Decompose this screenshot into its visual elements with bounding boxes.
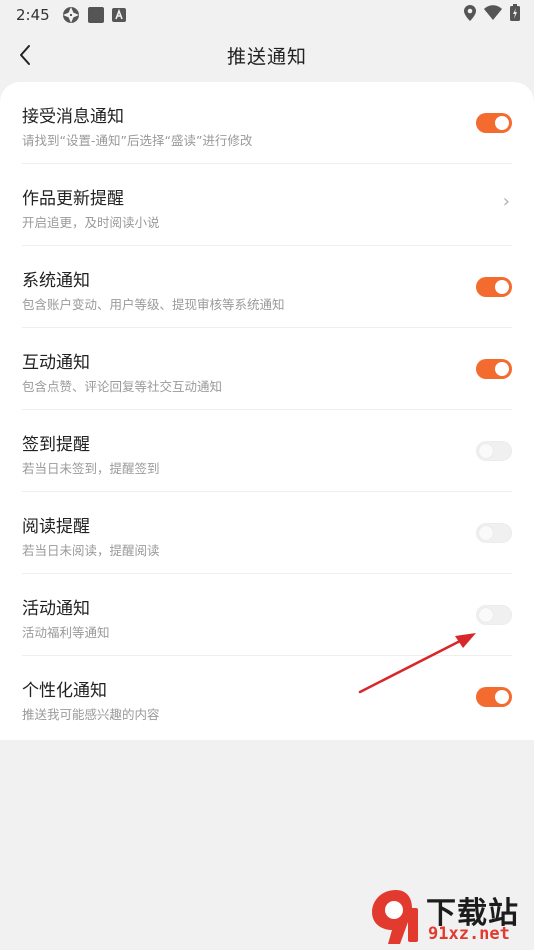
nav-bar: 推送通知 <box>0 30 534 80</box>
setting-row-reading-reminder: 阅读提醒 若当日未阅读，提醒阅读 <box>22 492 512 574</box>
watermark-logo: 下载站 91xz.net <box>368 886 528 946</box>
setting-row-message-notification: 接受消息通知 请找到“设置-通知”后选择“盛读”进行修改 <box>22 82 512 164</box>
system-notification-toggle[interactable] <box>476 277 512 297</box>
location-icon <box>464 4 476 21</box>
toggle-knob <box>479 608 493 622</box>
checkin-reminder-toggle[interactable] <box>476 441 512 461</box>
wifi-icon <box>484 5 502 20</box>
setting-subtitle: 若当日未阅读，提醒阅读 <box>22 543 160 558</box>
status-left-icons <box>62 6 126 24</box>
toggle-knob <box>495 690 509 704</box>
toggle-knob <box>495 116 509 130</box>
settings-list: 接受消息通知 请找到“设置-通知”后选择“盛读”进行修改 作品更新提醒 开启追更… <box>0 82 534 740</box>
chevron-right-icon: › <box>502 191 510 212</box>
square-icon <box>87 7 104 23</box>
setting-title: 作品更新提醒 <box>22 189 124 209</box>
setting-row-system-notification: 系统通知 包含账户变动、用户等级、提现审核等系统通知 <box>22 246 512 328</box>
activity-notification-toggle[interactable] <box>476 605 512 625</box>
setting-title: 接受消息通知 <box>22 107 124 127</box>
setting-subtitle: 推送我可能感兴趣的内容 <box>22 707 160 722</box>
personalized-notification-toggle[interactable] <box>476 687 512 707</box>
toggle-knob <box>479 444 493 458</box>
a-box-icon <box>111 8 126 22</box>
page-title: 推送通知 <box>226 46 307 68</box>
setting-subtitle: 包含点赞、评论回复等社交互动通知 <box>22 379 223 394</box>
setting-row-checkin-reminder: 签到提醒 若当日未签到，提醒签到 <box>22 410 512 492</box>
setting-title: 个性化通知 <box>22 681 107 701</box>
reading-reminder-toggle[interactable] <box>476 523 512 543</box>
status-time: 2:45 <box>16 6 50 24</box>
setting-subtitle: 包含账户变动、用户等级、提现审核等系统通知 <box>22 297 285 312</box>
setting-subtitle: 请找到“设置-通知”后选择“盛读”进行修改 <box>22 133 253 148</box>
watermark-emblem-icon <box>372 890 418 944</box>
toggle-knob <box>495 362 509 376</box>
status-bar: 2:45 <box>0 0 534 30</box>
toggle-knob <box>495 280 509 294</box>
shutter-icon <box>62 7 79 23</box>
setting-subtitle: 开启追更，及时阅读小说 <box>22 215 160 230</box>
setting-title: 签到提醒 <box>22 435 90 455</box>
setting-title: 系统通知 <box>22 271 90 291</box>
setting-title: 活动通知 <box>22 599 90 619</box>
battery-icon <box>510 4 520 21</box>
message-notification-toggle[interactable] <box>476 113 512 133</box>
setting-row-interaction-notification: 互动通知 包含点赞、评论回复等社交互动通知 <box>22 328 512 410</box>
setting-title: 互动通知 <box>22 353 90 373</box>
status-right-icons <box>464 4 520 21</box>
setting-row-activity-notification: 活动通知 活动福利等通知 <box>22 574 512 656</box>
setting-subtitle: 若当日未签到，提醒签到 <box>22 461 160 476</box>
setting-row-personalized-notification: 个性化通知 推送我可能感兴趣的内容 <box>22 656 512 738</box>
setting-row-update-reminder[interactable]: 作品更新提醒 开启追更，及时阅读小说 › <box>22 164 512 246</box>
setting-subtitle: 活动福利等通知 <box>22 625 110 640</box>
watermark-domain: 91xz.net <box>428 924 510 944</box>
setting-title: 阅读提醒 <box>22 517 90 537</box>
toggle-knob <box>479 526 493 540</box>
interaction-notification-toggle[interactable] <box>476 359 512 379</box>
